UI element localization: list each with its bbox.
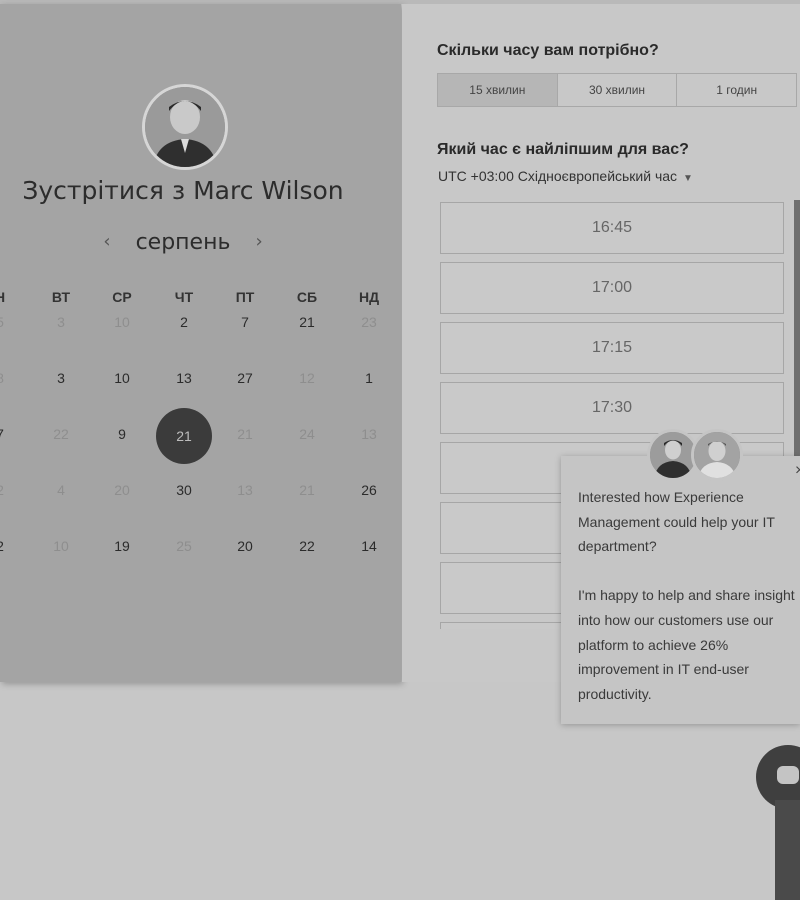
calendar-panel: Зустрітися з Marc Wilson ‹ серпень › Н В… <box>0 4 401 682</box>
calendar-day[interactable]: 19 <box>97 538 147 554</box>
duration-option-60[interactable]: 1 годин <box>677 74 796 106</box>
calendar-day[interactable]: 24 <box>282 426 332 442</box>
calendar-day[interactable]: 2 <box>0 482 25 498</box>
calendar-day[interactable]: 10 <box>97 370 147 386</box>
weekday-label: СБ <box>296 289 318 305</box>
calendar-day[interactable]: 26 <box>344 482 394 498</box>
duration-selector: 15 хвилин 30 хвилин 1 годин <box>437 73 797 107</box>
calendar-day[interactable]: 23 <box>344 314 394 330</box>
side-strip <box>775 800 800 900</box>
close-icon[interactable]: × <box>795 462 800 480</box>
calendar-day[interactable]: 22 <box>282 538 332 554</box>
chat-message-line: Interested how Experience Management cou… <box>578 489 775 555</box>
time-slot[interactable]: 17:15 <box>440 322 784 374</box>
weekday-label: НД <box>358 289 380 305</box>
duration-option-15[interactable]: 15 хвилин <box>438 74 558 106</box>
calendar-day[interactable]: 13 <box>220 482 270 498</box>
chevron-right-icon[interactable]: › <box>255 231 262 252</box>
calendar-day-selected[interactable]: 21 <box>156 408 212 464</box>
calendar-day[interactable]: 14 <box>344 538 394 554</box>
calendar-day[interactable]: 9 <box>97 426 147 442</box>
calendar-week-row: 7 22 9 21 21 24 13 <box>0 408 401 464</box>
chat-message: Interested how Experience Management cou… <box>578 485 800 731</box>
time-slot[interactable]: 17:00 <box>440 262 784 314</box>
calendar-day[interactable]: 3 <box>36 314 86 330</box>
chevron-left-icon[interactable]: ‹ <box>103 231 110 252</box>
calendar-day[interactable]: 21 <box>282 482 332 498</box>
calendar-day[interactable]: 25 <box>159 538 209 554</box>
calendar-day[interactable]: 1 <box>344 370 394 386</box>
weekday-label: ЧТ <box>174 289 194 305</box>
chat-message-line: I'm happy to help and share insight into… <box>578 587 795 702</box>
month-label: серпень <box>135 230 231 255</box>
weekday-header: Н ВТ СР ЧТ ПТ СБ НД <box>0 289 401 309</box>
time-question: Який час є найліпшим для вас? <box>437 141 689 158</box>
chat-agent-avatars <box>647 429 743 481</box>
weekday-label: Н <box>0 289 25 305</box>
timezone-dropdown[interactable]: UTC +03:00 Східноєвропейський час ▼ <box>438 168 693 184</box>
calendar-day[interactable]: 2 <box>159 314 209 330</box>
calendar-day[interactable]: 4 <box>36 482 86 498</box>
calendar-week-row: 5 3 10 2 7 21 23 <box>0 314 401 334</box>
weekday-label: СР <box>112 289 132 305</box>
calendar-day[interactable]: 5 <box>0 314 25 330</box>
weekday-label: ПТ <box>235 289 255 305</box>
calendar-day[interactable]: 20 <box>97 482 147 498</box>
calendar-day[interactable]: 12 <box>282 370 332 386</box>
calendar-day[interactable]: 27 <box>220 370 270 386</box>
calendar-day[interactable]: 20 <box>220 538 270 554</box>
calendar-day[interactable]: 7 <box>0 426 25 442</box>
timezone-label: UTC +03:00 Східноєвропейський час <box>438 168 678 184</box>
caret-down-icon: ▼ <box>683 173 693 184</box>
calendar-day[interactable]: 3 <box>36 370 86 386</box>
calendar-day[interactable]: 10 <box>97 314 147 330</box>
time-slot[interactable]: 16:45 <box>440 202 784 254</box>
calendar-day[interactable]: 22 <box>36 426 86 442</box>
calendar-day[interactable]: 13 <box>159 370 209 386</box>
calendar-day[interactable]: 21 <box>220 426 270 442</box>
calendar-day[interactable]: 10 <box>36 538 86 554</box>
calendar-week-row: 2 4 20 30 13 21 26 <box>0 482 401 502</box>
meeting-title: Зустрітися з Marc Wilson <box>22 176 344 205</box>
calendar-day[interactable]: 2 <box>0 538 25 554</box>
duration-question: Скільки часу вам потрібно? <box>437 42 659 59</box>
calendar-day[interactable]: 30 <box>159 482 209 498</box>
duration-option-30[interactable]: 30 хвилин <box>558 74 678 106</box>
calendar-day[interactable]: 8 <box>0 370 25 386</box>
calendar-day[interactable]: 21 <box>282 314 332 330</box>
calendar-week-row: 2 10 19 25 20 22 14 <box>0 538 401 558</box>
month-navigator: ‹ серпень › <box>0 230 366 255</box>
calendar-day[interactable]: 7 <box>220 314 270 330</box>
weekday-label: ВТ <box>51 289 71 305</box>
chat-bubble-icon <box>777 766 799 784</box>
agent-avatar <box>691 429 743 481</box>
host-avatar <box>142 84 228 170</box>
time-slot[interactable]: 17:30 <box>440 382 784 434</box>
calendar-week-row: 8 3 10 13 27 12 1 <box>0 370 401 390</box>
calendar-day[interactable]: 13 <box>344 426 394 442</box>
